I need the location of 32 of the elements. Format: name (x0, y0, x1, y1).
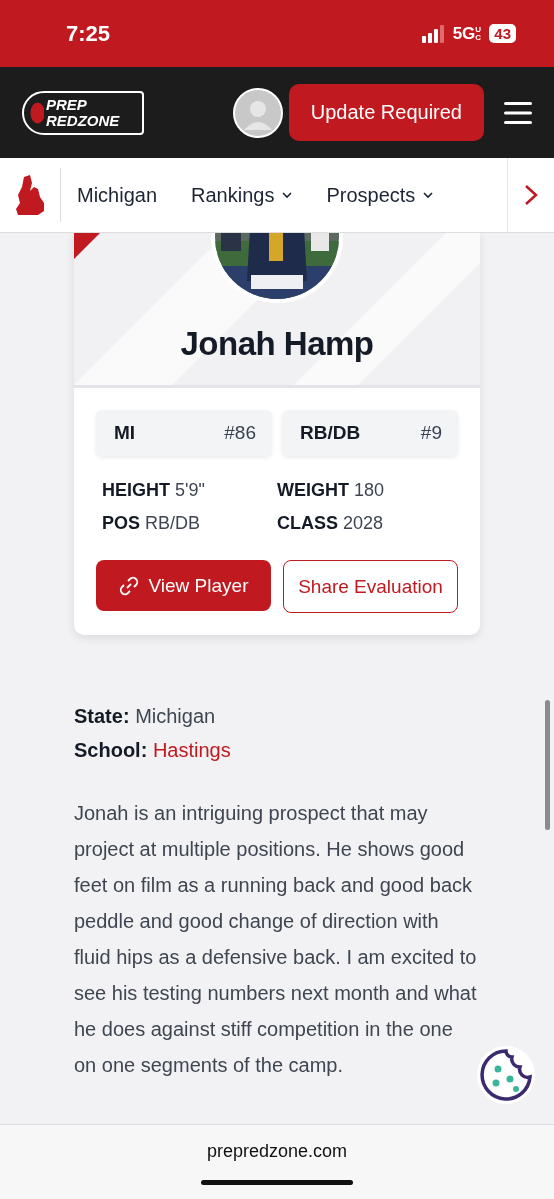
scrollbar[interactable] (545, 700, 550, 830)
caret-icon (282, 191, 293, 199)
caret-icon (423, 191, 434, 199)
evaluation-text: Jonah is an intriguing prospect that may project at multiple positions. He shows good feet on film as a running back and good back peddle and good change of direction with fluid hips as a defensive back. I am excited to see his testing numbers next month and what he does against stiff competition in the one on one segments of the camp. (74, 801, 478, 1078)
detail-label: State: (74, 705, 130, 727)
link-icon (118, 575, 139, 596)
rank-chip: RB/DB #9 (282, 410, 458, 456)
stat-text: CLASS 2028 (277, 513, 385, 534)
player-name: Jonah Hamp (180, 325, 374, 363)
cookie-icon[interactable] (476, 1045, 536, 1105)
detail-label: School: (74, 739, 148, 761)
corner-ribbon (74, 233, 100, 259)
stat-text: HEIGHT 5'9" (102, 480, 206, 501)
detail-value: Michigan (135, 705, 216, 727)
school-link[interactable]: Hastings (152, 739, 231, 761)
share-evaluation-button[interactable]: Share Evaluation (283, 560, 458, 613)
status-time: 7:25 (66, 20, 112, 47)
signal-icon (421, 24, 446, 43)
logo[interactable]: PREP REDZONE (22, 90, 144, 135)
nav-item[interactable]: Michigan (61, 183, 158, 207)
update-required-button[interactable]: Update Required (288, 84, 484, 141)
stat-text: POS RB/DB (102, 513, 202, 534)
url-text[interactable]: prepredzone.com (206, 1141, 348, 1162)
nav-item[interactable]: Prospects (310, 183, 434, 207)
menu-icon[interactable] (504, 101, 532, 124)
avatar-icon[interactable] (232, 87, 283, 138)
stat-text: WEIGHT 180 (277, 480, 386, 501)
chevron-right-icon (524, 184, 538, 206)
battery-icon: 43 (489, 24, 516, 43)
rank-chip: MI #86 (96, 410, 272, 456)
view-player-button[interactable]: View Player (96, 560, 271, 611)
nav-item[interactable]: Rankings (175, 183, 293, 207)
